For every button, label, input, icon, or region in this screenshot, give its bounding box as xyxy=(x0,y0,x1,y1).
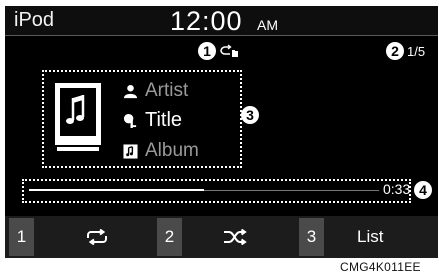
progress-box xyxy=(22,179,411,203)
repeat-one-folder-icon xyxy=(220,44,238,57)
album-icon xyxy=(123,144,138,159)
track-number: 1/5 xyxy=(407,44,426,59)
artist-name: Artist xyxy=(145,80,189,101)
person-icon xyxy=(123,84,138,99)
source-label: iPod xyxy=(14,9,55,31)
music-note-icon xyxy=(55,83,101,151)
preset-button-2[interactable]: 2 xyxy=(157,218,182,256)
elapsed-time: 0:33 xyxy=(383,181,411,197)
callout-marker-4: 4 xyxy=(414,181,432,199)
shuffle-icon[interactable] xyxy=(223,229,247,245)
song-title: Title xyxy=(145,109,183,131)
callout-marker-2: 2 xyxy=(386,42,404,60)
progress-fill xyxy=(29,189,204,191)
repeat-icon[interactable] xyxy=(85,229,109,245)
callout-marker-3: 3 xyxy=(241,106,259,124)
figure-code: CMG4K011EE xyxy=(340,260,421,274)
album-name: Album xyxy=(145,140,199,161)
preset-button-1[interactable]: 1 xyxy=(9,218,34,256)
clock-time: 12:00 xyxy=(170,6,243,36)
callout-marker-1: 1 xyxy=(198,42,216,60)
ipod-screen: iPod 12:00 AM 1 2 1/5 Artist Title Album… xyxy=(5,6,438,258)
music-title-icon xyxy=(123,113,137,128)
clock-ampm: AM xyxy=(257,17,278,33)
status-bar: iPod 12:00 AM xyxy=(5,6,438,36)
preset-button-3[interactable]: 3 xyxy=(299,218,324,256)
list-button[interactable]: List xyxy=(357,227,383,247)
